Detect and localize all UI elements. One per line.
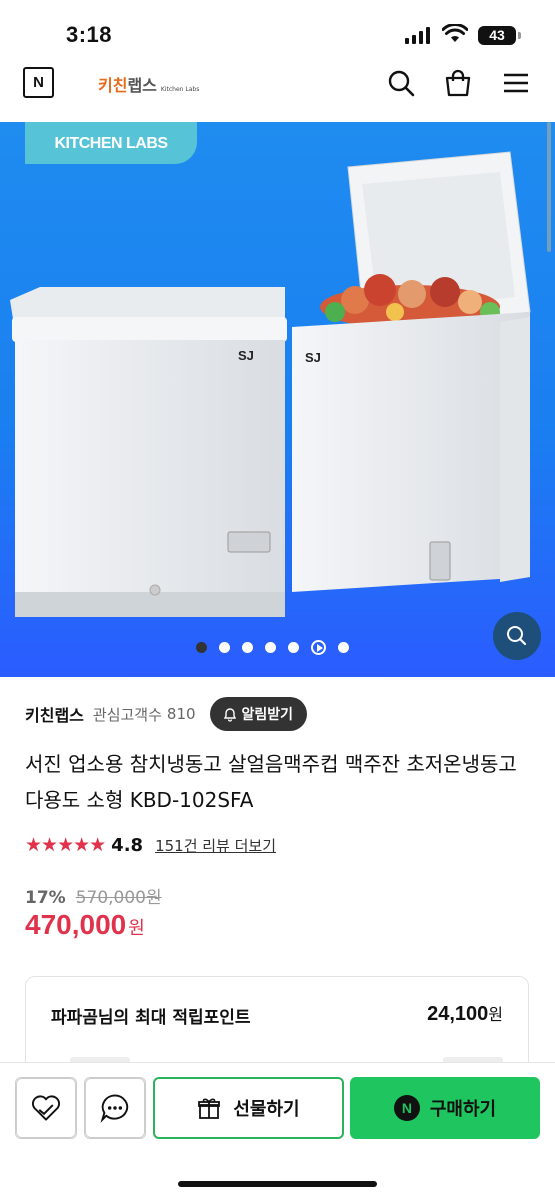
follower-count: 810 <box>166 705 196 723</box>
naver-pay-icon: N <box>393 1095 420 1121</box>
sale-price-unit: 원 <box>128 918 145 939</box>
brand-part-1: 키친 <box>98 76 128 95</box>
battery-nub <box>518 32 521 39</box>
wishlist-heart-button[interactable] <box>15 1077 77 1139</box>
gift-icon <box>198 1098 221 1119</box>
notification-subscribe-button[interactable]: 알림받기 <box>209 697 308 731</box>
buy-button-label: 구매하기 <box>429 1099 497 1120</box>
wifi-icon <box>442 24 468 42</box>
brand-part-2: 랩스 <box>127 76 157 95</box>
carousel-dot[interactable] <box>288 642 299 653</box>
follower-label: 관심고객수 <box>92 705 162 724</box>
discount-rate: 17% <box>25 888 66 908</box>
carousel-dot[interactable] <box>196 642 207 653</box>
scrollbar[interactable] <box>547 122 551 252</box>
rating-row: ★★★★★ 4.8 151건 리뷰 더보기 <box>25 834 276 856</box>
review-link[interactable]: 151건 리뷰 더보기 <box>155 835 276 856</box>
naver-home-icon[interactable]: N <box>23 67 54 98</box>
points-value: 24,100원 <box>427 1001 503 1026</box>
store-logo[interactable]: 키친랩스 Kitchen Labs <box>98 72 199 96</box>
original-price: 570,000원 <box>75 888 162 908</box>
bottom-action-bar: 선물하기 N 구매하기 <box>0 1062 555 1200</box>
status-bar: 3:18 43 <box>0 0 555 62</box>
app-header: N 키친랩스 Kitchen Labs <box>0 62 555 122</box>
store-info-row: 키친랩스 관심고객수 810 알림받기 <box>25 697 308 731</box>
sale-price: 470,000 원 <box>25 909 145 941</box>
chat-talk-button[interactable] <box>84 1077 146 1139</box>
search-icon[interactable] <box>386 68 416 98</box>
carousel-indicator <box>196 640 349 655</box>
carousel-play-icon[interactable] <box>311 640 326 655</box>
product-logo-right: SJ <box>305 350 321 365</box>
zoom-button[interactable] <box>493 612 541 660</box>
hamburger-menu-icon[interactable] <box>501 68 531 98</box>
brand-en: Kitchen Labs <box>160 86 200 93</box>
product-image-carousel[interactable]: SJ SJ KITCHEN LABS <box>0 122 555 677</box>
product-logo-left: SJ <box>238 348 254 363</box>
gift-button[interactable]: 선물하기 <box>153 1077 344 1139</box>
points-unit: 원 <box>488 1007 503 1024</box>
battery-icon: 43 <box>478 26 516 45</box>
store-name[interactable]: 키친랩스 <box>25 702 84 726</box>
carousel-dot[interactable] <box>242 642 253 653</box>
buy-button[interactable]: N 구매하기 <box>350 1077 540 1139</box>
alert-button-label: 알림받기 <box>241 707 294 723</box>
rating-value: 4.8 <box>111 834 144 856</box>
discount-row: 17% 570,000원 <box>25 883 162 908</box>
points-amount: 24,100 <box>427 1003 489 1025</box>
rating-stars-icon: ★★★★★ <box>25 834 106 856</box>
gift-button-label: 선물하기 <box>233 1099 300 1120</box>
carousel-dot[interactable] <box>338 642 349 653</box>
shopping-bag-icon[interactable] <box>443 68 473 98</box>
freezer-product-image: SJ SJ <box>10 151 531 617</box>
sale-price-value: 470,000 <box>25 909 127 940</box>
carousel-dot[interactable] <box>219 642 230 653</box>
product-title: 서진 업소용 참치냉동고 살얼음맥주컵 맥주잔 초저온냉동고 다용도 소형 KB… <box>25 752 517 812</box>
cellular-signal-icon <box>405 26 430 44</box>
points-label: 파파곰님의 최대 적립포인트 <box>51 1008 251 1028</box>
status-time: 3:18 <box>66 22 113 47</box>
brand-badge: KITCHEN LABS <box>25 122 197 164</box>
carousel-dot[interactable] <box>265 642 276 653</box>
bell-plus-icon <box>223 708 236 722</box>
home-indicator[interactable] <box>178 1181 377 1187</box>
